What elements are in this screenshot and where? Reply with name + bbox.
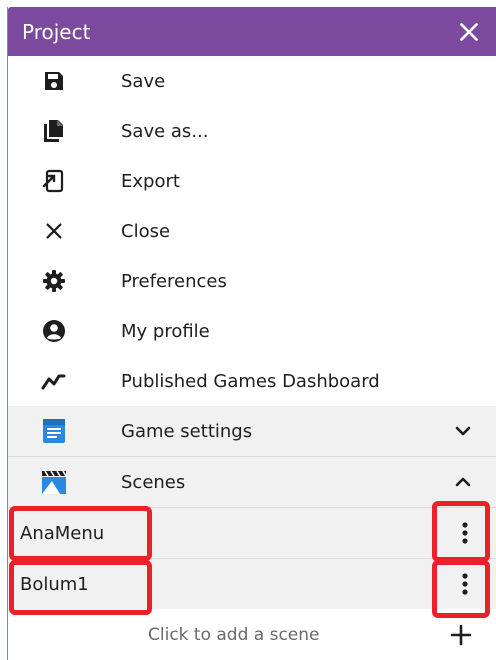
menu-item-close[interactable]: Close [8,206,496,256]
export-icon [41,168,67,194]
document-icon [40,417,68,445]
clapperboard-icon [40,468,68,496]
plus-icon[interactable] [450,624,472,646]
save-icon [41,68,67,94]
menu-item-label: Preferences [121,270,227,292]
scene-item-bolum1[interactable]: Bolum1 [8,559,496,609]
gear-icon [41,268,67,294]
title-bar: Project [8,7,496,56]
menu-item-save-as[interactable]: Save as... [8,106,496,156]
add-scene-row[interactable]: Click to add a scene [8,609,496,660]
scene-name: Bolum1 [20,573,89,595]
scene-name: AnaMenu [20,522,105,544]
profile-icon [41,318,67,344]
menu-item-label: Save as... [121,120,209,142]
scene-options-button[interactable] [454,569,476,599]
menu-item-export[interactable]: Export [8,156,496,206]
menu-item-label: Published Games Dashboard [121,370,380,392]
panel-title: Project [22,19,91,44]
close-panel-icon[interactable] [456,19,482,45]
menu-item-my-profile[interactable]: My profile [8,306,496,356]
section-game-settings[interactable]: Game settings [8,406,496,456]
close-icon [41,218,67,244]
section-scenes[interactable]: Scenes [8,457,496,507]
more-vertical-icon [462,573,468,595]
add-scene-label: Click to add a scene [148,625,320,645]
chart-line-icon [41,368,67,394]
project-panel: Project Save Save as... Export Close Pre… [7,7,496,660]
menu-item-save[interactable]: Save [8,56,496,106]
menu-item-preferences[interactable]: Preferences [8,256,496,306]
menu-item-label: My profile [121,320,210,342]
menu-item-label: Close [121,220,171,242]
section-label: Scenes [121,471,186,493]
menu-item-label: Save [121,70,166,92]
chevron-down-icon[interactable] [454,422,472,440]
scene-item-anamenu[interactable]: AnaMenu [8,508,496,558]
menu-item-label: Export [121,170,180,192]
section-label: Game settings [121,420,253,442]
save-as-icon [41,118,67,144]
menu-item-published-games-dashboard[interactable]: Published Games Dashboard [8,356,496,406]
scene-options-button[interactable] [454,518,476,548]
chevron-up-icon[interactable] [454,473,472,491]
more-vertical-icon [462,522,468,544]
